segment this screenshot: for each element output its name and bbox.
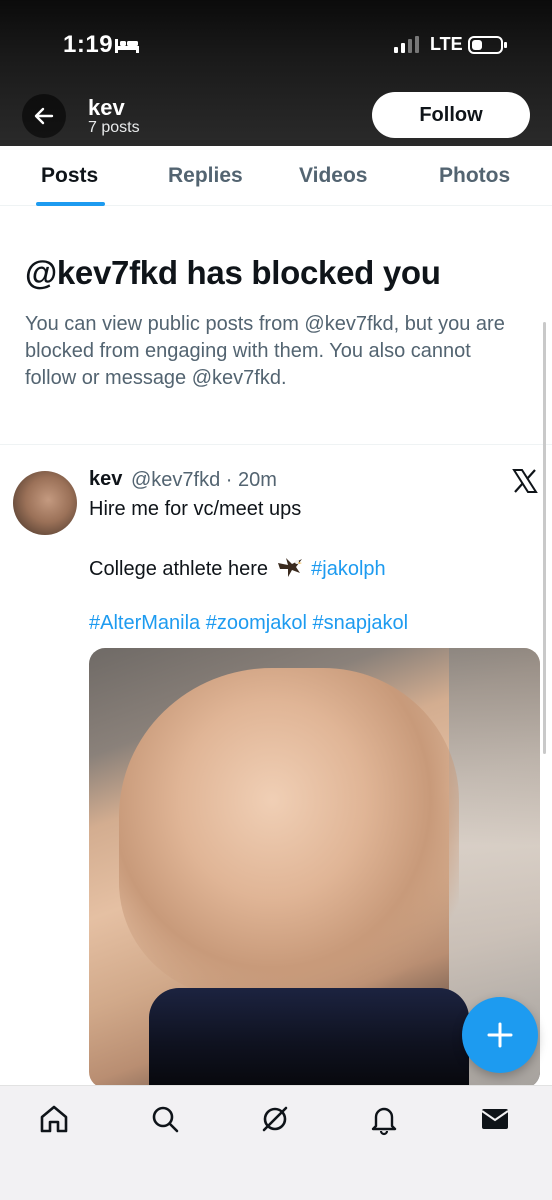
- photo-subject: [119, 668, 459, 998]
- tab-videos[interactable]: Videos: [299, 164, 367, 188]
- divider: [0, 444, 552, 445]
- active-tab-indicator: [36, 202, 105, 206]
- bed-icon: [115, 39, 139, 53]
- profile-tabs: Posts Replies Videos Photos: [0, 146, 552, 206]
- post-text-line: Hire me for vc/meet ups: [89, 498, 302, 520]
- signal-bars-icon: [394, 36, 419, 53]
- tab-replies[interactable]: Replies: [168, 164, 243, 188]
- status-bar: 1:19 LTE: [0, 0, 552, 90]
- battery-icon: [468, 36, 507, 54]
- messages-envelope-icon[interactable]: [478, 1102, 512, 1136]
- post-text: College athlete here: [89, 558, 269, 580]
- blocked-title: @kev7fkd has blocked you: [25, 254, 441, 291]
- search-icon[interactable]: [148, 1102, 182, 1136]
- post-text-line: College athlete here #jakolph: [89, 555, 386, 581]
- plus-icon: [487, 1022, 513, 1048]
- photo-shorts: [149, 988, 469, 1088]
- tab-posts[interactable]: Posts: [41, 164, 98, 188]
- post-count: 7 posts: [88, 119, 140, 136]
- network-label: LTE: [430, 34, 463, 54]
- tab-photos[interactable]: Photos: [439, 164, 510, 188]
- hashtag-link[interactable]: #jakolph: [311, 558, 386, 580]
- grok-icon[interactable]: [258, 1102, 292, 1136]
- blocked-message: You can view public posts from @kev7fkd,…: [25, 313, 505, 389]
- post-handle-time[interactable]: @kev7fkd · 20m: [131, 469, 277, 492]
- home-icon[interactable]: [37, 1102, 71, 1136]
- post-author-name[interactable]: kev: [89, 468, 122, 491]
- x-logo-icon: [512, 469, 538, 493]
- follow-button[interactable]: Follow: [372, 92, 530, 138]
- avatar[interactable]: [13, 471, 77, 535]
- post-hashtags: #AlterManila #zoomjakol #snapjakol: [89, 612, 408, 635]
- eagle-emoji-icon: [277, 558, 302, 577]
- bottom-navigation: [0, 1085, 552, 1200]
- notifications-bell-icon[interactable]: [367, 1102, 401, 1136]
- back-button[interactable]: [22, 94, 66, 138]
- hashtag-link[interactable]: #zoomjakol: [206, 612, 307, 634]
- status-time: 1:19: [63, 31, 114, 58]
- hashtag-link[interactable]: #snapjakol: [312, 612, 408, 634]
- compose-button[interactable]: [462, 997, 538, 1073]
- back-arrow-icon: [34, 107, 54, 125]
- profile-name: kev: [88, 95, 125, 120]
- scrollbar[interactable]: [543, 322, 546, 754]
- hashtag-link[interactable]: #AlterManila: [89, 612, 200, 634]
